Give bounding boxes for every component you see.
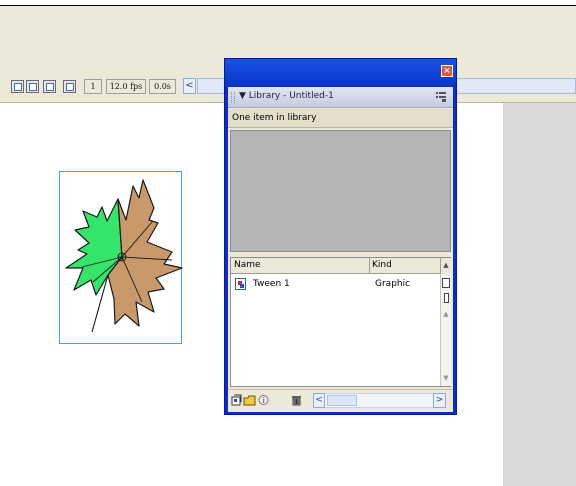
new-symbol-icon[interactable] xyxy=(231,394,242,406)
wide-state-icon[interactable] xyxy=(442,278,450,288)
narrow-state-icon[interactable] xyxy=(444,293,449,303)
list-item-kind: Graphic xyxy=(375,279,411,289)
pasteboard xyxy=(503,103,576,486)
onion-skin-outline-icon[interactable] xyxy=(26,80,39,93)
column-header-kind[interactable]: Kind xyxy=(372,260,392,270)
column-header-name[interactable]: Name xyxy=(234,260,261,270)
onion-skin-icon[interactable] xyxy=(11,80,24,93)
library-column-header: Name Kind xyxy=(231,258,440,274)
scroll-right-icon[interactable]: > xyxy=(433,393,446,408)
selected-symbol-box[interactable] xyxy=(59,171,183,344)
column-divider[interactable] xyxy=(369,258,370,274)
library-title[interactable]: ▼ Library - Untitled-1 xyxy=(239,91,334,101)
current-frame-field: 1 xyxy=(84,79,102,94)
scroll-left-icon[interactable]: < xyxy=(313,393,325,408)
list-item-name: Tween 1 xyxy=(253,279,290,289)
drag-grip-icon[interactable] xyxy=(231,92,235,103)
library-item-list: Name Kind ▲ Tween 1 Graphic ▲ ▼ xyxy=(230,257,451,387)
edit-multiple-frames-icon[interactable] xyxy=(43,80,56,93)
options-menu-icon[interactable] xyxy=(436,92,446,102)
library-horizontal-scroll-track[interactable] xyxy=(325,393,433,408)
timeline-scroll-left-button[interactable]: < xyxy=(183,78,196,94)
delete-icon[interactable] xyxy=(291,394,302,406)
list-item[interactable]: Tween 1 Graphic xyxy=(231,277,440,293)
library-window-titlebar[interactable]: × xyxy=(225,59,456,87)
scroll-up-icon[interactable]: ▲ xyxy=(441,310,451,318)
elapsed-time-field: 0.0s xyxy=(149,79,176,94)
new-folder-icon[interactable] xyxy=(243,394,256,406)
library-panel: ▼ Library - Untitled-1 One item in libra… xyxy=(228,87,453,412)
modify-onion-markers-icon[interactable] xyxy=(63,80,76,93)
sort-order-icon[interactable]: ▲ xyxy=(440,258,451,274)
timeline-scroll-track-right[interactable] xyxy=(457,78,576,94)
library-bottom-toolbar: < > xyxy=(228,389,453,410)
library-vertical-scrollbar[interactable]: ▲ ▼ xyxy=(440,274,451,386)
frame-rate-field[interactable]: 12.0 fps xyxy=(106,79,146,94)
library-panel-header[interactable]: ▼ Library - Untitled-1 xyxy=(228,87,453,108)
library-preview-pane xyxy=(230,130,451,252)
maple-leaf-graphic xyxy=(65,179,183,333)
scroll-down-icon[interactable]: ▼ xyxy=(441,374,451,382)
properties-icon[interactable] xyxy=(258,394,269,406)
library-window: × ▼ Library - Untitled-1 One item in lib… xyxy=(224,58,457,415)
library-item-count: One item in library xyxy=(228,109,453,128)
horizontal-scroll-thumb[interactable] xyxy=(327,395,357,406)
close-icon[interactable]: × xyxy=(441,65,453,77)
graphic-symbol-icon xyxy=(235,278,246,290)
